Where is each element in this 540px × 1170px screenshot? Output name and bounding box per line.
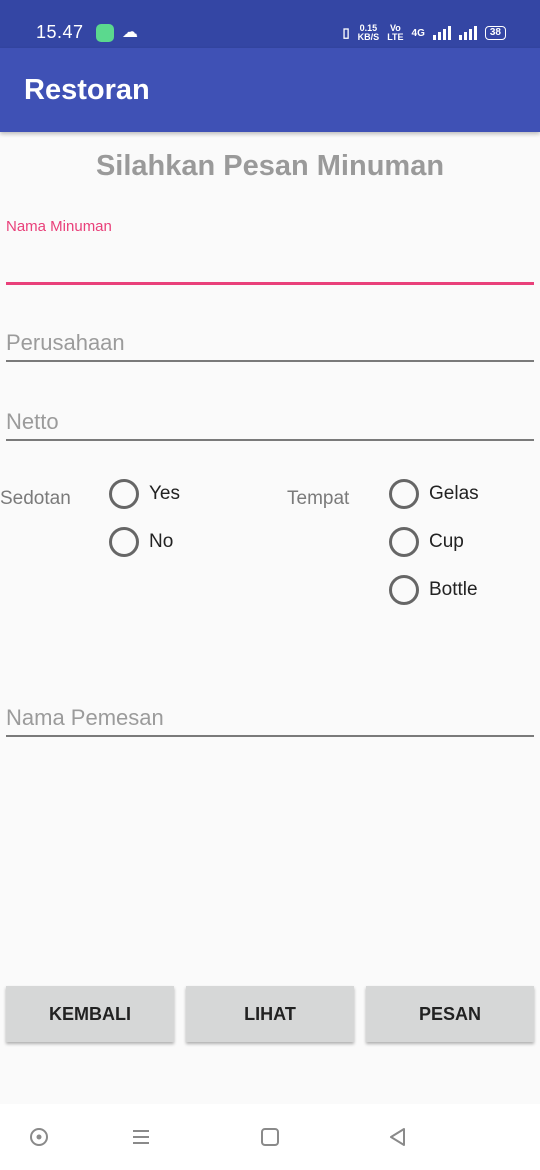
page-heading: Silahkan Pesan Minuman — [95, 150, 445, 182]
cloud-icon: ☁ — [122, 24, 138, 41]
signal-icon — [432, 26, 451, 40]
radio-button-icon[interactable] — [389, 575, 419, 605]
radio-button-icon[interactable] — [389, 479, 419, 509]
netto-input[interactable] — [6, 405, 534, 439]
perusahaan-underline — [6, 360, 534, 362]
status-time: 15.47 — [36, 22, 84, 42]
kembali-button[interactable]: KEMBALI — [6, 986, 174, 1042]
tempat-option-label: Gelas — [429, 483, 479, 504]
battery-icon: 38 — [484, 26, 506, 40]
pesan-button[interactable]: PESAN — [366, 986, 534, 1042]
system-nav-bar — [0, 1104, 540, 1170]
volte-bottom: LTE — [387, 32, 404, 42]
home-icon[interactable] — [257, 1124, 283, 1150]
volte-indicator: Vo LTE — [387, 24, 403, 42]
nama-pemesan-input[interactable] — [6, 701, 534, 735]
perusahaan-input[interactable] — [6, 326, 534, 360]
network-speed-unit: KB/S — [357, 32, 380, 42]
network-speed: 0.15 KB/S — [358, 24, 380, 42]
status-indicators: ▯ 0.15 KB/S Vo LTE 4G 38 — [343, 22, 506, 44]
netto-underline — [6, 439, 534, 441]
tempat-option-gelas[interactable]: Gelas — [389, 479, 479, 509]
tempat-option-cup[interactable]: Cup — [389, 527, 464, 557]
nama-pemesan-underline — [6, 735, 534, 737]
nama-minuman-input[interactable] — [6, 246, 534, 282]
tempat-label: Tempat — [287, 488, 350, 509]
radio-button-icon[interactable] — [389, 527, 419, 557]
status-bar: 15.47 ☁ ▯ 0.15 KB/S Vo LTE 4G 38 — [0, 0, 540, 48]
sedotan-label: Sedotan — [0, 488, 71, 509]
nama-minuman-underline — [6, 282, 534, 285]
sedotan-option-label: No — [149, 531, 174, 552]
notification-app-icon — [96, 24, 114, 42]
radio-button-icon[interactable] — [109, 527, 139, 557]
screen-assistant-icon[interactable] — [26, 1124, 52, 1150]
back-icon[interactable] — [385, 1124, 411, 1150]
perusahaan-field[interactable] — [6, 326, 534, 362]
network-type: 4G — [411, 27, 425, 39]
app-title: Restoran — [24, 74, 150, 106]
lihat-button[interactable]: LIHAT — [186, 986, 354, 1042]
radio-button-icon[interactable] — [109, 479, 139, 509]
tempat-option-label: Bottle — [429, 579, 478, 600]
sedotan-option-label: Yes — [149, 483, 180, 504]
netto-field[interactable] — [6, 405, 534, 441]
recent-apps-icon[interactable] — [128, 1124, 154, 1150]
sedotan-option-yes[interactable]: Yes — [109, 479, 180, 509]
nama-pemesan-field[interactable] — [6, 701, 534, 737]
app-bar: Restoran — [0, 48, 540, 132]
tempat-option-label: Cup — [429, 531, 464, 552]
vibrate-icon: ▯ — [342, 25, 350, 40]
nama-minuman-field[interactable] — [6, 246, 534, 285]
nama-minuman-label: Nama Minuman — [6, 218, 112, 235]
signal-icon-2 — [458, 26, 477, 40]
sedotan-option-no[interactable]: No — [109, 527, 173, 557]
tempat-option-bottle[interactable]: Bottle — [389, 575, 478, 605]
